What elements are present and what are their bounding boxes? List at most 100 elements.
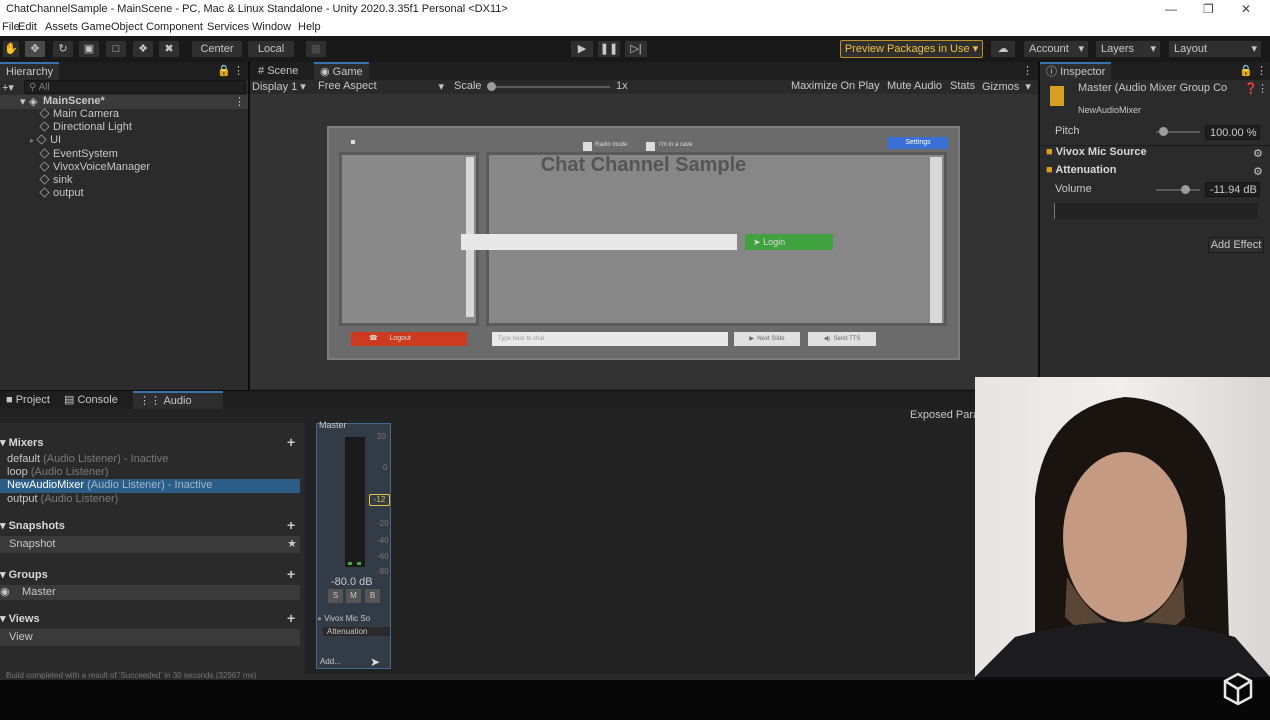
tab-console[interactable]: ▤ Console	[58, 391, 124, 409]
layout-dropdown[interactable]: Layout ▾	[1168, 40, 1262, 58]
gizmos-dropdown[interactable]: Gizmos ▾	[982, 80, 1031, 93]
group-item-master[interactable]: ◉ Master	[0, 585, 300, 600]
help-icon[interactable]: ❓	[1244, 82, 1258, 95]
star-icon[interactable]: ★	[287, 536, 297, 553]
gear-icon[interactable]: ⚙	[1253, 165, 1263, 178]
attenuation-header[interactable]: ■ Attenuation	[1046, 164, 1116, 180]
effect-slot-vivox[interactable]: ● Vivox Mic So	[317, 614, 390, 623]
vivox-mic-source-header[interactable]: ■ Vivox Mic Source	[1046, 146, 1147, 162]
menu-component[interactable]: Component	[146, 21, 203, 33]
layers-dropdown[interactable]: Layers ▾	[1095, 40, 1161, 58]
play-button[interactable]: ▶	[570, 40, 594, 58]
eye-icon[interactable]: ◉	[0, 585, 10, 600]
in-a-cave-checkbox[interactable]	[646, 142, 655, 151]
step-button[interactable]: ▷|	[624, 40, 648, 58]
kebab-menu-icon[interactable]: ⋮	[1022, 64, 1033, 77]
cloud-icon[interactable]: ☁	[990, 40, 1016, 58]
kebab-menu-icon[interactable]: ⋮	[234, 95, 245, 108]
effect-slot-attenuation[interactable]: Attenuation	[323, 627, 390, 636]
menu-window[interactable]: Window	[252, 21, 291, 33]
mute-audio-toggle[interactable]: Mute Audio	[887, 80, 942, 92]
menu-edit[interactable]: Edit	[18, 21, 37, 33]
scale-slider[interactable]	[490, 86, 610, 88]
tab-hierarchy[interactable]: Hierarchy	[0, 62, 60, 80]
gear-icon[interactable]: ⚙	[1253, 147, 1263, 160]
scrollbar[interactable]	[930, 157, 942, 323]
kebab-menu-icon[interactable]: ⋮	[1256, 64, 1267, 77]
username-input[interactable]	[461, 234, 737, 250]
add-mixer-button[interactable]: +	[287, 434, 295, 450]
space-local-button[interactable]: Local	[247, 40, 295, 58]
pitch-value-field[interactable]: 100.00 %	[1205, 125, 1260, 140]
add-effect-button[interactable]: Add Effect	[1208, 237, 1264, 253]
menu-assets[interactable]: Assets	[45, 21, 78, 33]
transform-tool-icon[interactable]: ❖	[132, 40, 154, 58]
rotate-tool-icon[interactable]: ↻	[52, 40, 74, 58]
tab-audio-mixer[interactable]: ⋮⋮ Audio Mixer	[133, 391, 223, 423]
lock-icon[interactable]: 🔒	[1239, 64, 1253, 77]
tab-game[interactable]: ◉ Game	[314, 62, 369, 80]
lock-icon[interactable]: 🔒	[217, 64, 231, 77]
menu-services[interactable]: Services	[207, 21, 249, 33]
menu-gameobject[interactable]: GameObject	[81, 21, 143, 33]
radio-mode-checkbox[interactable]	[583, 142, 592, 151]
logout-button[interactable]: ☎ Logout	[351, 332, 467, 346]
volume-slider-knob[interactable]	[1181, 185, 1190, 194]
channel-strip-master[interactable]: Master 20 0 -20 -40 -60 -80 -12 -80.0 dB…	[316, 420, 391, 669]
tab-inspector[interactable]: ⓘ Inspector	[1040, 62, 1112, 80]
hierarchy-item-main-camera[interactable]: Main Camera	[39, 108, 119, 120]
add-snapshot-button[interactable]: +	[287, 517, 295, 533]
add-group-button[interactable]: +	[287, 566, 295, 582]
hierarchy-item-ui[interactable]: ▸ UI	[30, 134, 61, 146]
aspect-dropdown[interactable]: Free Aspect ▾	[318, 80, 444, 93]
login-button[interactable]: ➤ Login	[745, 234, 833, 250]
fader-handle[interactable]: -12	[369, 494, 390, 506]
chat-input[interactable]: Type here to chat	[492, 332, 728, 346]
exposed-parameters-dropdown[interactable]: Exposed Para	[910, 409, 979, 421]
mixer-item-default[interactable]: default (Audio Listener) - Inactive	[7, 453, 168, 465]
menu-help[interactable]: Help	[298, 21, 321, 33]
pause-button[interactable]: ❚❚	[597, 40, 621, 58]
mixer-item-loop[interactable]: loop (Audio Listener)	[7, 466, 109, 478]
rect-tool-icon[interactable]: □	[105, 40, 127, 58]
grid-snap-icon[interactable]: ▦	[305, 40, 327, 58]
next-slide-button[interactable]: ▶ Next Slide	[734, 332, 800, 346]
view-item[interactable]: View	[0, 629, 300, 646]
add-view-button[interactable]: +	[287, 610, 295, 626]
add-dropdown-icon[interactable]: +▾	[2, 81, 14, 94]
hierarchy-item-directional-light[interactable]: Directional Light	[39, 121, 132, 133]
mixer-item-output[interactable]: output (Audio Listener)	[7, 493, 118, 505]
hand-tool-icon[interactable]: ✋	[2, 40, 20, 58]
volume-slider[interactable]	[1156, 189, 1200, 191]
move-tool-icon[interactable]: ✥	[24, 40, 46, 58]
custom-tool-icon[interactable]: ✖	[158, 40, 180, 58]
settings-button[interactable]: Settings	[888, 137, 948, 149]
snapshot-item[interactable]: Snapshot ★	[0, 536, 300, 553]
pivot-center-button[interactable]: Center	[191, 40, 243, 58]
solo-button[interactable]: S	[328, 589, 343, 603]
hierarchy-item-sink[interactable]: sink	[39, 174, 73, 186]
hierarchy-item-eventsystem[interactable]: EventSystem	[39, 148, 118, 160]
close-icon[interactable]: ✕	[1241, 2, 1251, 16]
scale-slider-knob[interactable]	[487, 82, 496, 91]
tab-project[interactable]: ■ Project	[0, 391, 56, 409]
hierarchy-search-input[interactable]: ⚲ All	[24, 80, 246, 94]
kebab-menu-icon[interactable]: ⋮	[233, 64, 244, 77]
mute-button[interactable]: M	[346, 589, 361, 603]
add-effect-slot-button[interactable]: Add...	[320, 657, 341, 666]
hierarchy-item-output[interactable]: output	[39, 187, 84, 199]
hierarchy-item-vivoxvoicemanager[interactable]: VivoxVoiceManager	[39, 161, 150, 173]
restore-icon[interactable]: ❐	[1203, 2, 1214, 16]
send-tts-button[interactable]: ◀) Send TTS	[808, 332, 876, 346]
pitch-slider-knob[interactable]	[1159, 127, 1168, 136]
minimize-icon[interactable]: —	[1165, 2, 1177, 16]
scale-tool-icon[interactable]: ▣	[78, 40, 100, 58]
kebab-menu-icon[interactable]: ⋮	[1257, 82, 1268, 95]
preview-packages-button[interactable]: Preview Packages in Use ▾	[840, 40, 983, 58]
bypass-button[interactable]: B	[365, 589, 380, 603]
scene-row[interactable]: ▾ ◈ MainScene* ⋮	[0, 95, 248, 109]
volume-value-field[interactable]: -11.94 dB	[1205, 182, 1260, 197]
display-dropdown[interactable]: Display 1 ▾	[252, 80, 306, 93]
tab-scene[interactable]: # Scene	[252, 62, 304, 80]
account-dropdown[interactable]: Account ▾	[1023, 40, 1089, 58]
